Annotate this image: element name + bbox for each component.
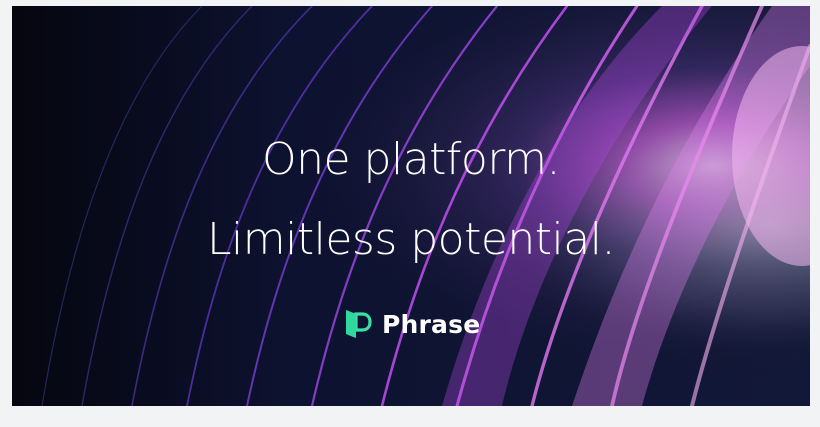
phrase-logo: Phrase bbox=[344, 307, 480, 341]
abstract-wave-background bbox=[12, 6, 810, 406]
headline-line-1: One platform. bbox=[261, 134, 561, 185]
brand-name: Phrase bbox=[382, 309, 481, 339]
headline-line-2: Limitless potential. bbox=[207, 214, 615, 265]
hero-banner: One platform. Limitless potential. Phras… bbox=[12, 6, 810, 406]
phrase-logo-icon bbox=[346, 310, 372, 338]
